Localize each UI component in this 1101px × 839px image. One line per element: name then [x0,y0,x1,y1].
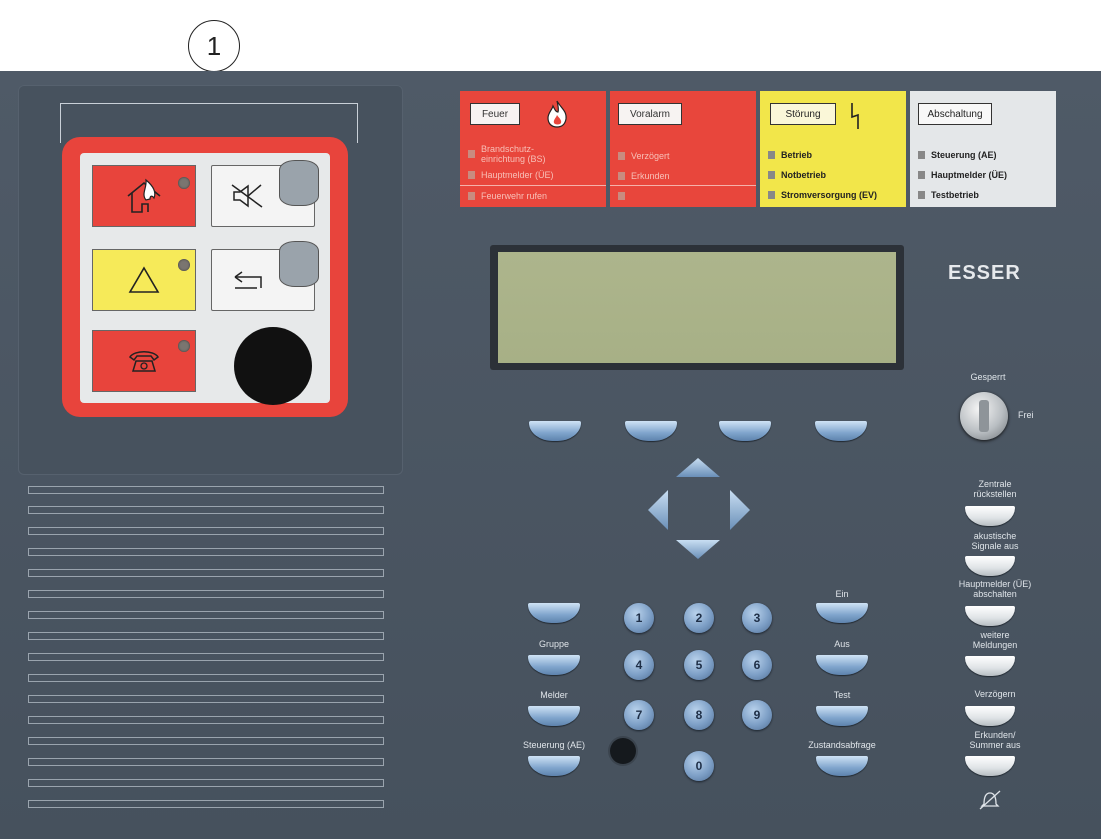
abschaltung-line-1: Steuerung (AE) [918,146,997,164]
stoerung-label: Störung [770,103,836,125]
indicator-lamp-cylinder-2 [279,241,319,287]
status-stoerung: Störung Betrieb Notbetrieb Stromversorgu… [760,91,906,207]
melder-label: Melder [540,690,568,700]
verzoegern-label: Verzögern [974,689,1016,699]
numkey-1[interactable]: 1 [624,603,654,633]
erkunden-label: Erkunden/ Summer aus [969,730,1021,750]
numkey-7[interactable]: 7 [624,700,654,730]
speaker-mute-icon [231,184,263,208]
abschaltung-line-2: Hauptmelder (ÜE) [918,166,1007,184]
numkey-2[interactable]: 2 [684,603,714,633]
numkey-9[interactable]: 9 [742,700,772,730]
gruppe-label: Gruppe [538,639,570,649]
numkey-4[interactable]: 4 [624,650,654,680]
flame-icon [547,100,567,128]
reset-label: Zentrale rückstellen [973,479,1017,499]
call-fire-brigade-button[interactable] [92,330,196,392]
stoerung-line-1: Betrieb [768,146,812,164]
key-free-label: Frei [1018,410,1034,420]
voralarm-divider [610,185,756,186]
feuer-line-3: Feuerwehr rufen [468,187,547,205]
zustand-label: Zustandsabfrage [808,740,876,750]
steuerung-label: Steuerung (AE) [522,740,586,750]
hauptmelder-label: Hauptmelder (ÜE) abschalten [958,579,1032,599]
indicator-lamp-cylinder [279,160,319,206]
abschaltung-label: Abschaltung [918,103,992,125]
status-abschaltung: Abschaltung Steuerung (AE) Hauptmelder (… [910,91,1056,207]
feuer-label: Feuer [470,103,520,125]
fire-alarm-button[interactable] [92,165,196,227]
numkey-5[interactable]: 5 [684,650,714,680]
test-label: Test [833,690,851,700]
numkey-8[interactable]: 8 [684,700,714,730]
buzzer-hole [610,738,636,764]
arrow-left-key[interactable] [648,490,668,530]
abschaltung-line-3: Testbetrieb [918,186,979,204]
arrow-keypad [648,458,750,559]
phone-led [178,340,190,352]
numkey-6[interactable]: 6 [742,650,772,680]
key-depot-hole [234,327,312,405]
bell-icon [979,790,1001,810]
voralarm-label: Voralarm [618,103,682,125]
numkey-3[interactable]: 3 [742,603,772,633]
key-locked-label: Gesperrt [970,372,1006,382]
key-switch[interactable] [960,392,1008,440]
voralarm-line-2: Erkunden [618,167,670,185]
feuer-divider [460,185,606,186]
stoerung-line-3: Stromversorgung (EV) [768,186,877,204]
status-feuer: Feuer Brandschutz- einrichtung (BS) Haup… [460,91,606,207]
fault-bolt-icon [851,103,859,129]
brand-logo: ESSER [948,262,1021,284]
fire-house-icon [127,178,161,213]
numkey-0[interactable]: 0 [684,751,714,781]
fault-led [178,259,190,271]
weitere-label: weitere Meldungen [972,630,1018,650]
lcd-display [498,252,896,363]
feuer-line-2: Hauptmelder (ÜE) [468,166,554,184]
aus-label: Aus [834,639,850,649]
arrow-up-key[interactable] [676,458,720,477]
stoerung-line-2: Notbetrieb [768,166,826,184]
triangle-icon [128,266,160,293]
arrow-down-key[interactable] [676,540,720,559]
acoustic-label: akustische Signale aus [971,531,1019,551]
arrow-right-key[interactable] [730,490,750,530]
status-voralarm: Voralarm Verzögert Erkunden [610,91,756,207]
voralarm-line-1: Verzögert [618,147,670,165]
ein-label: Ein [835,589,849,599]
callout-number: 1 [188,20,240,72]
voralarm-line-3 [618,187,631,205]
return-arrow-icon [234,271,262,289]
fire-led [178,177,190,189]
feuer-line-1: Brandschutz- einrichtung (BS) [468,141,546,167]
fault-button[interactable] [92,249,196,311]
telephone-icon [129,351,159,372]
